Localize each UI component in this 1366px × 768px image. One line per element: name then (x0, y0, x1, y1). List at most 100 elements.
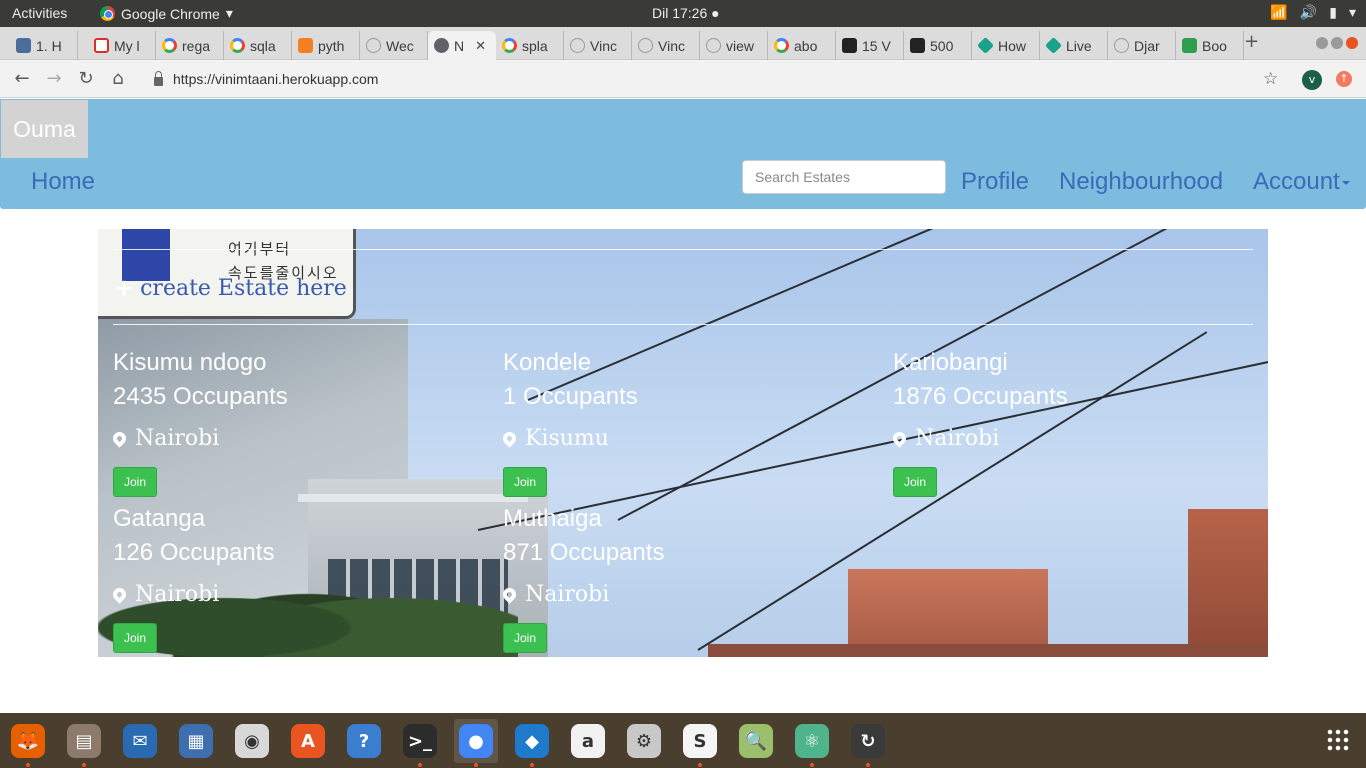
close-window-button[interactable] (1346, 37, 1358, 49)
browser-tab[interactable]: Vinc (632, 31, 700, 60)
running-indicator (810, 763, 814, 767)
browser-tab[interactable]: Live (1040, 31, 1108, 60)
settings-icon: ⚙ (627, 724, 661, 758)
tab-strip: 1. H My l rega sqla pyth Wec N ✕ spla Vinc Vinc vie… (0, 27, 1366, 60)
url-text: https://vinimtaani.herokuapp.com (173, 71, 379, 87)
nav-account-dropdown[interactable]: Account (1253, 168, 1350, 196)
nav-profile-link[interactable]: Profile (961, 168, 1029, 196)
forward-button[interactable]: → (44, 68, 64, 89)
search-estates-input[interactable] (742, 160, 946, 194)
bookmark-star-icon[interactable]: ☆ (1263, 69, 1278, 89)
tab-title: spla (522, 37, 548, 54)
browser-tab[interactable]: 500 (904, 31, 972, 60)
teal-icon (1045, 37, 1062, 54)
divider (113, 324, 1253, 325)
dock-launcher[interactable]: ▦ (174, 719, 218, 763)
chevron-down-icon: ▾ (1348, 4, 1356, 20)
files-icon: ▤ (67, 724, 101, 758)
running-indicator (82, 763, 86, 767)
browser-tab[interactable]: view (700, 31, 768, 60)
browser-tab[interactable]: N ✕ (428, 31, 496, 60)
chrome-icon: ● (459, 724, 493, 758)
browser-tab[interactable]: spla (496, 31, 564, 60)
running-indicator (474, 763, 478, 767)
app-menu[interactable]: Google Chrome ▾ (100, 5, 233, 22)
dock-launcher[interactable]: ● (454, 719, 498, 767)
ubuntu-dock: 🦊 ▤ ✉ ▦ ◉ A? >_ ● ◆ a ⚙ S 🔍 ⚛ ↻ (0, 713, 1366, 768)
profile-avatar[interactable]: v (1302, 70, 1322, 90)
close-tab-icon[interactable]: ✕ (475, 38, 486, 54)
dock-launcher[interactable]: ↻ (846, 719, 890, 767)
new-tab-button[interactable]: + (1244, 31, 1259, 52)
system-top-bar: Activities Google Chrome ▾ Dil 17:26 ● 📶… (0, 0, 1366, 27)
background-brick-building (1188, 509, 1268, 657)
battery-icon: ▮ (1329, 4, 1337, 20)
nav-account-label: Account (1253, 168, 1340, 195)
browser-tab[interactable]: My l (88, 31, 156, 60)
browser-tab[interactable]: rega (156, 31, 224, 60)
estate-occupants: 2435 Occupants (113, 383, 288, 410)
dock-launcher[interactable]: ◆ (510, 719, 554, 767)
activities-button[interactable]: Activities (12, 5, 67, 21)
browser-tab[interactable]: pyth (292, 31, 360, 60)
estate-name: Kariobangi (893, 349, 1008, 376)
document-viewer-icon: ▦ (179, 724, 213, 758)
browser-tab[interactable]: Vinc (564, 31, 632, 60)
browser-tab[interactable]: Boo (1176, 31, 1244, 60)
site-navbar: Ouma Home Profile Neighbourhood Account (0, 99, 1366, 209)
tab-title: N (454, 37, 465, 54)
tab-title: abo (794, 37, 818, 54)
browser-tab[interactable]: 1. H (10, 31, 78, 60)
book-icon (16, 38, 31, 53)
address-bar[interactable]: https://vinimtaani.herokuapp.com (142, 65, 1292, 93)
estate-card: Muthaiga 871 Occupants Nairobi Join (500, 505, 873, 657)
stackoverflow-icon (298, 38, 313, 53)
estate-location: Nairobi (890, 426, 999, 451)
back-button[interactable]: ← (12, 68, 32, 89)
dock-launcher[interactable]: ⚛ (790, 719, 834, 767)
extension-icon[interactable]: ↑ (1336, 71, 1352, 87)
join-estate-button[interactable]: Join (503, 467, 547, 497)
system-tray[interactable]: 📶 🔊 ▮ ▾ (1270, 4, 1356, 21)
browser-tab[interactable]: How (972, 31, 1040, 60)
dock-launcher[interactable]: ◉ (230, 719, 274, 763)
estate-location-label: Nairobi (135, 426, 220, 451)
tab-title: Vinc (590, 37, 617, 54)
nav-home-link[interactable]: Home (31, 168, 95, 196)
dock-launcher[interactable]: ⚙ (622, 719, 666, 763)
browser-tab[interactable]: sqla (224, 31, 292, 60)
google-icon (230, 38, 245, 53)
site-brand[interactable]: Ouma (1, 100, 88, 158)
join-estate-button[interactable]: Join (113, 623, 157, 653)
minimize-button[interactable] (1316, 37, 1328, 49)
clock[interactable]: Dil 17:26 ● (652, 5, 720, 21)
home-button[interactable]: ⌂ (108, 68, 128, 89)
join-estate-button[interactable]: Join (893, 467, 937, 497)
create-estate-link[interactable]: + create Estate here (114, 274, 347, 302)
dark-icon (910, 38, 925, 53)
maximize-button[interactable] (1331, 37, 1343, 49)
amazon-icon: a (571, 724, 605, 758)
dock-launcher[interactable]: ✉ (118, 719, 162, 763)
plus-icon: + (114, 274, 135, 302)
dock-launcher[interactable]: ? (342, 719, 386, 763)
estate-location: Nairobi (110, 582, 219, 607)
blank-icon (570, 38, 585, 53)
dock-launcher[interactable]: S (678, 719, 722, 767)
estate-name: Gatanga (113, 505, 206, 532)
dock-launcher[interactable]: ▤ (62, 719, 106, 767)
browser-tab[interactable]: abo (768, 31, 836, 60)
dock-launcher[interactable]: 🦊 (6, 719, 50, 767)
show-applications-icon[interactable] (1326, 728, 1350, 752)
nav-neighbourhood-link[interactable]: Neighbourhood (1059, 168, 1223, 196)
browser-tab[interactable]: Wec (360, 31, 428, 60)
dock-launcher[interactable]: a (566, 719, 610, 763)
dock-launcher[interactable]: A (286, 719, 330, 763)
join-estate-button[interactable]: Join (503, 623, 547, 653)
reload-button[interactable]: ↻ (76, 68, 96, 89)
browser-tab[interactable]: 15 V (836, 31, 904, 60)
dock-launcher[interactable]: >_ (398, 719, 442, 767)
browser-tab[interactable]: Djar (1108, 31, 1176, 60)
join-estate-button[interactable]: Join (113, 467, 157, 497)
dock-launcher[interactable]: 🔍 (734, 719, 778, 763)
